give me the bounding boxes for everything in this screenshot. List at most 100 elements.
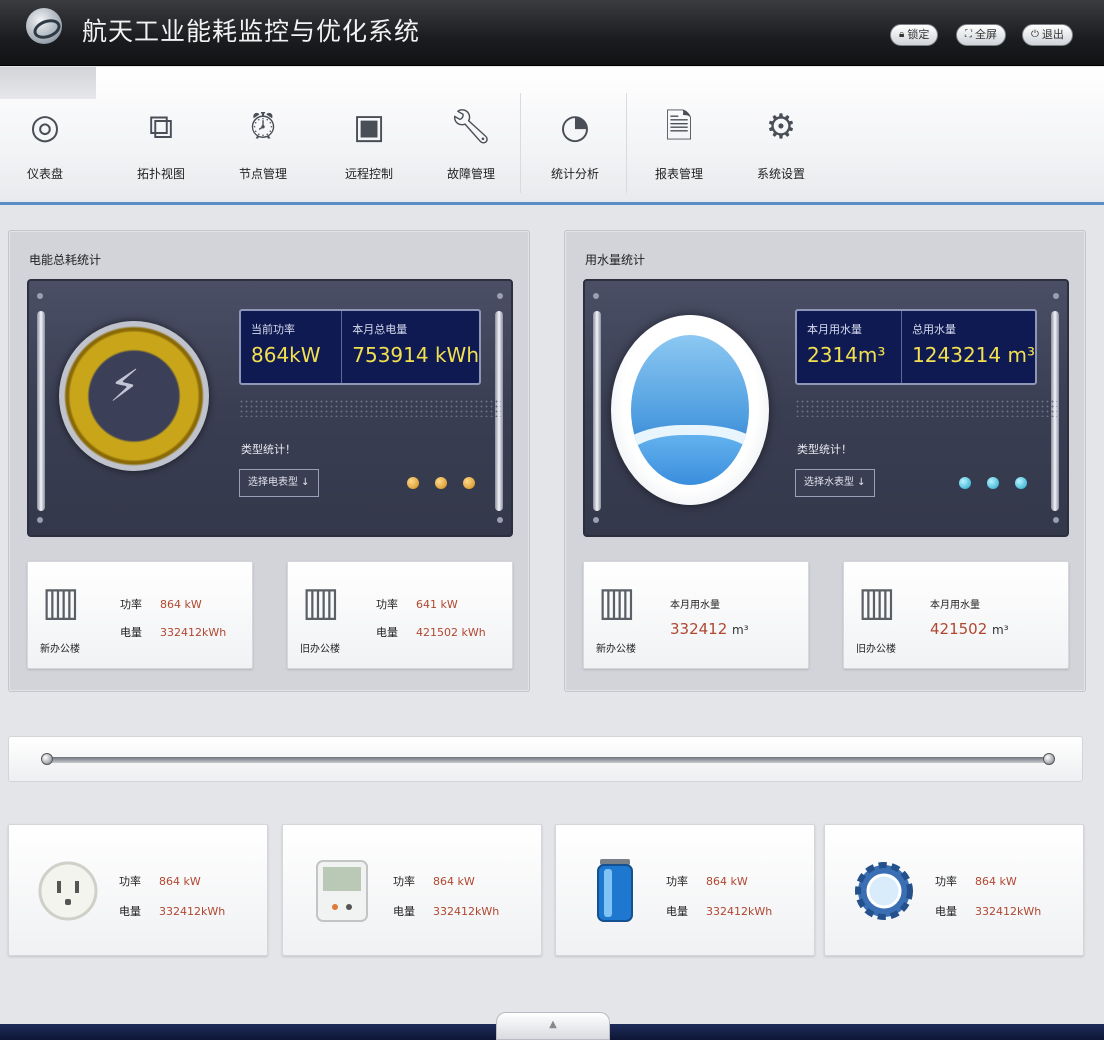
building-card-new[interactable]: ▥ 新办公楼 功率 864 kW 电量 332412kWh (27, 561, 253, 669)
status-led (407, 477, 419, 489)
nav-fault-management[interactable]: 🔧︎ 故障管理 (428, 105, 514, 185)
water-stats-panel: 用水量统计 本月用水量 2314m³ 总用水量 1243214 m³ 类型统计！… (564, 230, 1086, 692)
nav-remote-control[interactable]: ▣ 远程控制 (326, 105, 412, 185)
power-caption: 功率 (666, 875, 688, 888)
nav-remote-control-label: 远程控制 (344, 167, 393, 181)
power-caption: 功率 (120, 598, 142, 611)
water-usage-caption: 本月用水量 (930, 600, 980, 611)
lock-button[interactable]: 🔒︎ 锁定 (890, 24, 939, 46)
toolbar-separator (626, 93, 627, 193)
active-tab-marker (0, 67, 96, 99)
rivet (593, 293, 599, 299)
device-card-gear[interactable]: 功率 864 kW 电量 332412kWh (824, 824, 1084, 956)
total-water-caption: 总用水量 (912, 323, 957, 336)
power-row: 功率 864 kW (935, 873, 1017, 889)
gauge-icon: ◎ (30, 107, 60, 147)
title-bar: 航天工业能耗监控与优化系统 🔒︎ 锁定 ⛶ 全屏 ⏻ 退出 (0, 0, 1104, 66)
power-caption: 功率 (393, 875, 415, 888)
current-power-cell: 当前功率 864kW (241, 311, 341, 383)
app-title: 航天工业能耗监控与优化系统 (82, 17, 421, 46)
energy-caption: 电量 (376, 626, 398, 639)
energy-caption: 电量 (666, 905, 688, 918)
meter-type-select[interactable]: 选择水表型 ↓ (795, 469, 875, 497)
toolbar-separator (520, 93, 521, 193)
fullscreen-icon: ⛶ (965, 29, 972, 40)
power-row: 功率 864 kW (393, 873, 475, 889)
device-card-battery[interactable]: 功率 864 kW 电量 332412kWh (555, 824, 815, 956)
device-card-socket[interactable]: 功率 864 kW 电量 332412kWh (8, 824, 268, 956)
panel-title: 电能总耗统计 (29, 253, 102, 267)
total-water-value: 1243214 m³ (912, 343, 1035, 367)
pie-chart-icon: ◔ (560, 107, 590, 147)
device-card-thermostat[interactable]: 功率 864 kW 电量 332412kWh (282, 824, 542, 956)
energy-row: 电量 332412kWh (935, 903, 1041, 919)
rivet (37, 293, 43, 299)
electric-readout: 当前功率 864kW 本月总电量 753914 kWh (239, 309, 481, 385)
building-name: 新办公楼 (40, 644, 80, 655)
power-caption: 功率 (119, 875, 141, 888)
nav-settings[interactable]: ⚙︎ 系统设置 (738, 105, 824, 185)
nav-node-management[interactable]: ⏰︎ 节点管理 (220, 105, 306, 185)
fullscreen-button[interactable]: ⛶ 全屏 (956, 24, 1006, 46)
water-dashboard: 本月用水量 2314m³ 总用水量 1243214 m³ 类型统计！ 选择水表型… (583, 279, 1069, 537)
meter-type-select[interactable]: 选择电表型 ↓ (239, 469, 319, 497)
building-icon: ▥ (42, 579, 80, 625)
water-usage-unit: m³ (992, 623, 1009, 637)
power-icon: ⏻ (1031, 29, 1039, 40)
rivet (1053, 517, 1059, 523)
nav-topology-label: 拓扑视图 (136, 167, 185, 181)
dot-separator (239, 399, 501, 417)
rivet (37, 517, 43, 523)
dot-separator (795, 399, 1057, 417)
power-value: 641 kW (416, 598, 458, 611)
energy-value: 332412kWh (159, 905, 226, 918)
nav-reports[interactable]: 🗎︎ 报表管理 (636, 105, 722, 185)
nav-topology[interactable]: ⧉ 拓扑视图 (118, 105, 204, 185)
building-card-new[interactable]: ▥ 新办公楼 本月用水量 332412 m³ (583, 561, 809, 669)
building-card-old[interactable]: ▥ 旧办公楼 功率 641 kW 电量 421502 kWh (287, 561, 513, 669)
scroll-slider[interactable] (8, 736, 1083, 782)
status-led (1015, 477, 1027, 489)
water-usage-value: 421502 (930, 620, 988, 638)
document-icon: 🗎︎ (665, 107, 693, 147)
energy-value: 332412kWh (160, 626, 227, 639)
rivet (497, 293, 503, 299)
building-card-old[interactable]: ▥ 旧办公楼 本月用水量 421502 m³ (843, 561, 1069, 669)
building-name: 旧办公楼 (300, 644, 340, 655)
slider-handle-left[interactable] (41, 753, 53, 765)
slider-handle-right[interactable] (1043, 753, 1055, 765)
monthly-energy-cell: 本月总电量 753914 kWh (341, 311, 479, 383)
panel-title: 用水量统计 (585, 253, 646, 267)
water-usage-value-row: 421502 m³ (930, 620, 1009, 638)
water-usage-unit: m³ (732, 623, 749, 637)
water-readout: 本月用水量 2314m³ 总用水量 1243214 m³ (795, 309, 1037, 385)
nav-fault-management-label: 故障管理 (446, 167, 495, 181)
nav-node-management-label: 节点管理 (238, 167, 287, 181)
lightning-icon: ⚡︎ (109, 361, 140, 412)
nav-statistics[interactable]: ◔ 统计分析 (532, 105, 618, 185)
expand-handle[interactable]: ▲ (496, 1012, 610, 1040)
battery-icon (597, 859, 633, 922)
building-icon: ▥ (858, 579, 896, 625)
exit-button[interactable]: ⏻ 退出 (1022, 24, 1073, 46)
current-power-value: 864kW (251, 343, 321, 367)
power-value: 864 kW (975, 875, 1017, 888)
nav-dashboard[interactable]: ◎ 仪表盘 (2, 105, 88, 185)
fullscreen-button-label: 全屏 (975, 28, 997, 41)
status-led (463, 477, 475, 489)
monthly-energy-caption: 本月总电量 (352, 323, 408, 336)
alarm-clock-icon: ⏰︎ (249, 107, 277, 147)
energy-caption: 电量 (393, 905, 415, 918)
type-stats-label: 类型统计！ (241, 443, 296, 456)
energy-value: 421502 kWh (416, 626, 486, 639)
energy-row: 电量 332412kWh (120, 624, 226, 640)
energy-caption: 电量 (120, 626, 142, 639)
power-caption: 功率 (376, 598, 398, 611)
nav-settings-label: 系统设置 (756, 167, 805, 181)
power-row: 功率 641 kW (376, 596, 458, 612)
rivet (497, 517, 503, 523)
power-value: 864 kW (159, 875, 201, 888)
power-socket-icon (38, 861, 98, 921)
power-row: 功率 864 kW (120, 596, 202, 612)
power-value: 864 kW (433, 875, 475, 888)
